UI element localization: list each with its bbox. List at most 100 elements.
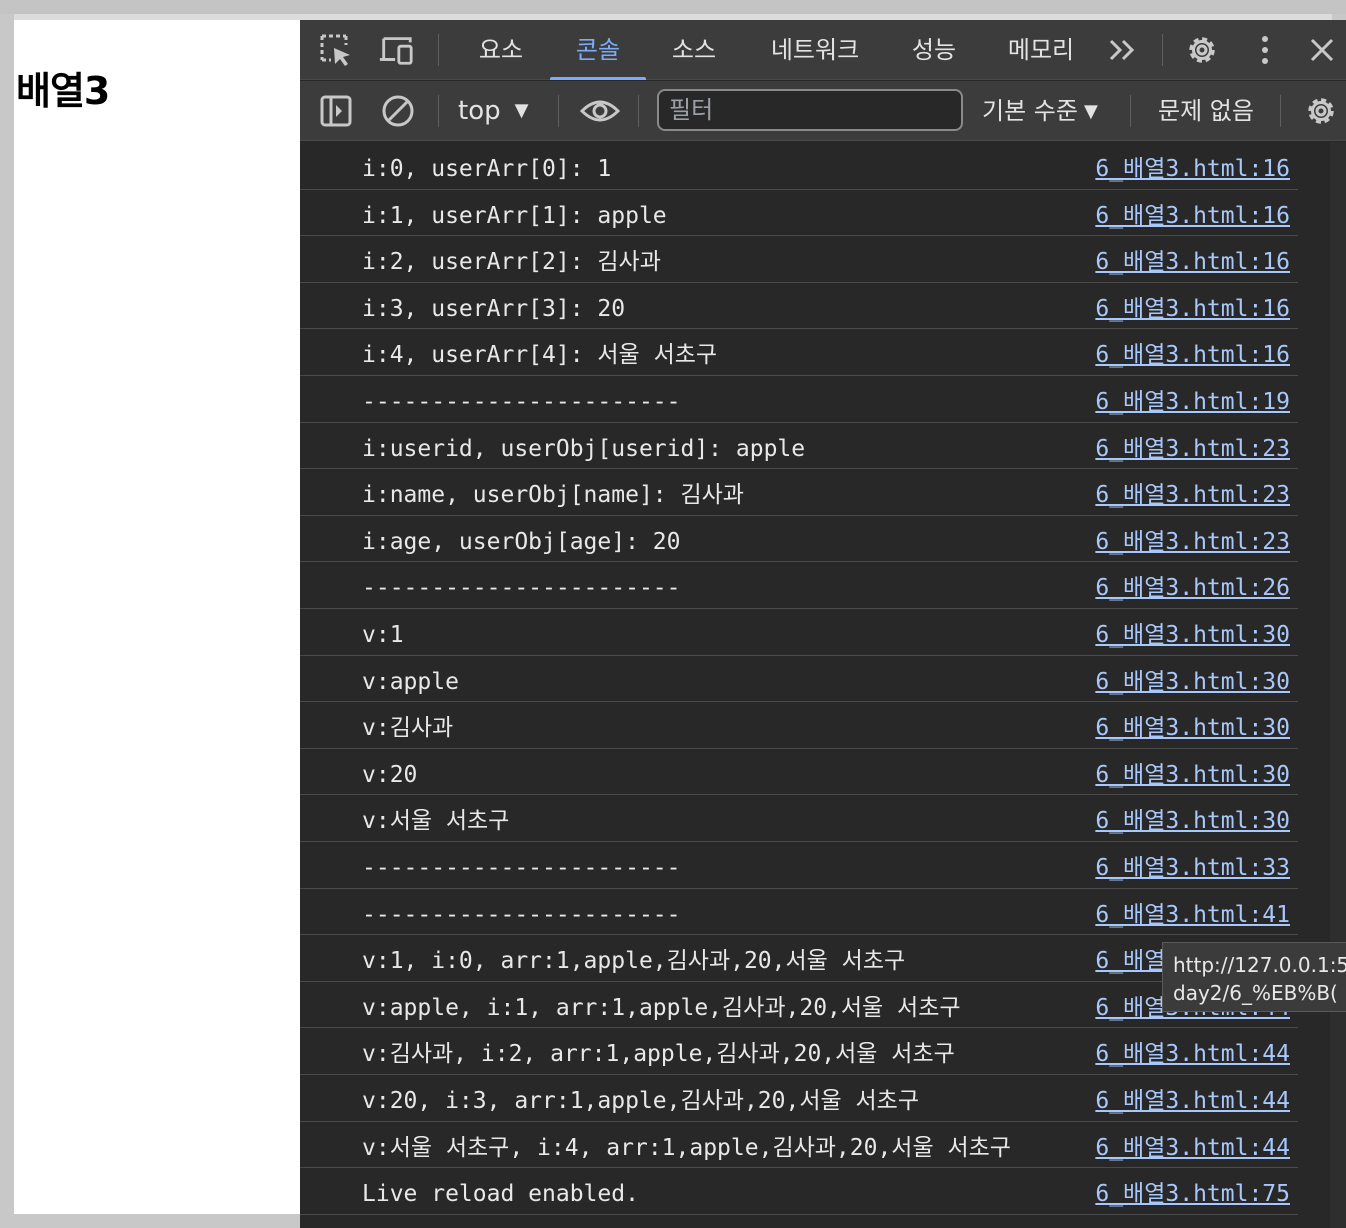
page-heading: 배열3 <box>16 69 110 113</box>
console-source-link[interactable]: 6_배열3.html:33 <box>1095 842 1290 888</box>
context-selector[interactable]: top ▼ <box>458 93 528 129</box>
tooltip-line-2: day2/6_%EB%B( <box>1173 981 1338 1005</box>
console-row: v:1, i:0, arr:1,apple,김사과,20,서울 서초구6_배열3… <box>300 935 1298 982</box>
console-message: v:김사과, i:2, arr:1,apple,김사과,20,서울 서초구 <box>362 1041 955 1068</box>
console-source-link[interactable]: 6_배열3.html:30 <box>1095 749 1290 795</box>
tab-network[interactable]: 네트워크 <box>756 20 874 80</box>
gear-icon[interactable] <box>1184 32 1220 68</box>
tooltip-line-1: http://127.0.0.1:5 <box>1173 953 1346 977</box>
console-row: i:4, userArr[4]: 서울 서초구 6_배열3.html:16 <box>300 329 1298 376</box>
console-message: v:20 <box>362 761 418 788</box>
console-source-link[interactable]: 6_배열3.html:16 <box>1095 236 1290 282</box>
toolbar-separator <box>558 95 559 127</box>
console-row: i:2, userArr[2]: 김사과 6_배열3.html:16 <box>300 236 1298 283</box>
filter-input[interactable] <box>657 89 963 131</box>
issues-button[interactable]: 문제 없음 <box>1158 93 1254 129</box>
console-output: i:0, userArr[0]: 1 6_배열3.html:16 i:1, user… <box>300 142 1330 1228</box>
more-tabs-icon[interactable] <box>1105 32 1141 68</box>
clear-console-icon[interactable] <box>380 93 416 129</box>
toolbar-separator <box>1280 95 1281 127</box>
console-message: v:서울 서초구, i:4, arr:1,apple,김사과,20,서울 서초구 <box>362 1134 1011 1161</box>
console-row: v:서울 서초구, i:4, arr:1,apple,김사과,20,서울 서초구… <box>300 1122 1298 1169</box>
console-row: i:1, userArr[1]: apple 6_배열3.html:16 <box>300 190 1298 237</box>
tab-console[interactable]: 콘솔 <box>550 20 646 80</box>
console-row: i:age, userObj[age]: 20 6_배열3.html:23 <box>300 516 1298 563</box>
console-message: i:4, userArr[4]: 서울 서초구 <box>362 342 718 369</box>
console-source-link[interactable]: 6_배열3.html:44 <box>1095 1122 1290 1168</box>
console-row: v:1 6_배열3.html:30 <box>300 609 1298 656</box>
console-row: i:3, userArr[3]: 20 6_배열3.html:16 <box>300 283 1298 330</box>
console-source-link[interactable]: 6_배열3.html:44 <box>1095 1028 1290 1074</box>
log-levels-label: 기본 수준 <box>982 97 1078 125</box>
console-message: i:3, userArr[3]: 20 <box>362 295 626 322</box>
console-source-link[interactable]: 6_배열3.html:30 <box>1095 702 1290 748</box>
console-source-link[interactable]: 6_배열3.html:41 <box>1095 889 1290 935</box>
console-message: ----------------------- <box>362 389 681 415</box>
console-row: v:20 6_배열3.html:30 <box>300 749 1298 796</box>
console-source-link[interactable]: 6_배열3.html:16 <box>1095 283 1290 329</box>
console-scrollbar[interactable] <box>1330 142 1346 1228</box>
console-source-link[interactable]: 6_배열3.html:44 <box>1095 1075 1290 1121</box>
console-row: v:apple, i:1, arr:1,apple,김사과,20,서울 서초구6… <box>300 982 1298 1029</box>
tabbar-separator <box>1162 34 1163 66</box>
console-row: v:김사과, i:2, arr:1,apple,김사과,20,서울 서초구 6_배… <box>300 1028 1298 1075</box>
console-source-link[interactable]: 6_배열3.html:16 <box>1095 190 1290 236</box>
console-source-link[interactable]: 6_배열3.html:23 <box>1095 516 1290 562</box>
console-source-link[interactable]: 6_배열3.html:16 <box>1095 143 1290 189</box>
console-row: v:김사과 6_배열3.html:30 <box>300 702 1298 749</box>
link-tooltip: http://127.0.0.1:5 day2/6_%EB%B( <box>1162 942 1346 1012</box>
tab-memory[interactable]: 메모리 <box>996 20 1086 80</box>
console-source-link[interactable]: 6_배열3.html:23 <box>1095 423 1290 469</box>
console-message: i:0, userArr[0]: 1 <box>362 156 612 182</box>
console-message: Live reload enabled. <box>362 1181 639 1208</box>
console-row: ----------------------- 6_배열3.html:19 <box>300 376 1298 423</box>
console-row: i:userid, userObj[userid]: apple 6_배열3.ht… <box>300 423 1298 470</box>
console-message: v:20, i:3, arr:1,apple,김사과,20,서울 서초구 <box>362 1088 920 1114</box>
console-source-link[interactable]: 6_배열3.html:30 <box>1095 795 1290 841</box>
devtools-tabbar: 요소 콘솔 소스 네트워크 성능 메모리 <box>300 20 1346 80</box>
console-row: i:0, userArr[0]: 1 6_배열3.html:16 <box>300 143 1298 190</box>
console-row: i:name, userObj[name]: 김사과 6_배열3.html:23 <box>300 469 1298 516</box>
console-row: ----------------------- 6_배열3.html:33 <box>300 842 1298 889</box>
console-message: ----------------------- <box>362 901 681 928</box>
console-message: v:서울 서초구 <box>362 808 510 835</box>
window-top-strip <box>0 0 1346 14</box>
chevron-down-icon: ▼ <box>1083 101 1098 122</box>
console-source-link[interactable]: 6_배열3.html:19 <box>1095 376 1290 422</box>
console-message: v:apple <box>362 668 459 695</box>
page-viewport: 배열3 <box>14 20 300 1214</box>
sidebar-toggle-icon[interactable] <box>318 93 354 129</box>
tab-performance[interactable]: 성능 <box>898 20 970 80</box>
eye-icon[interactable] <box>578 93 622 129</box>
close-icon[interactable] <box>1304 32 1340 68</box>
log-levels-dropdown[interactable]: 기본 수준 ▼ <box>982 93 1098 129</box>
context-selector-label: top <box>458 96 501 126</box>
console-source-link[interactable]: 6_배열3.html:23 <box>1095 469 1290 515</box>
console-source-link[interactable]: 6_배열3.html:16 <box>1095 329 1290 375</box>
tab-elements[interactable]: 요소 <box>465 20 537 80</box>
console-source-link[interactable]: 6_배열3.html:26 <box>1095 562 1290 608</box>
kebab-menu-icon[interactable] <box>1247 32 1283 68</box>
toolbar-separator <box>638 95 639 127</box>
chevron-down-icon: ▼ <box>514 100 529 121</box>
tab-sources[interactable]: 소스 <box>658 20 730 80</box>
console-row: v:apple 6_배열3.html:30 <box>300 656 1298 703</box>
console-source-link[interactable]: 6_배열3.html:30 <box>1095 656 1290 702</box>
console-message: ----------------------- <box>362 855 681 881</box>
console-message: i:age, userObj[age]: 20 <box>362 528 681 555</box>
console-message: ----------------------- <box>362 575 681 602</box>
console-settings-gear-icon[interactable] <box>1303 93 1339 129</box>
device-toolbar-icon[interactable] <box>378 32 414 68</box>
console-message: i:1, userArr[1]: apple <box>362 202 667 229</box>
toolbar-separator <box>1130 95 1131 127</box>
console-message: v:1, i:0, arr:1,apple,김사과,20,서울 서초구 <box>362 948 906 975</box>
console-message: i:2, userArr[2]: 김사과 <box>362 249 661 276</box>
inspect-element-icon[interactable] <box>318 32 354 68</box>
console-toolbar: top▼ 기본 수준▼ 문제 없음 <box>300 81 1346 141</box>
console-source-link[interactable]: 6_배열3.html:75 <box>1095 1168 1290 1214</box>
console-message: i:userid, userObj[userid]: apple <box>362 435 806 462</box>
console-message: v:1 <box>362 622 404 648</box>
tabbar-separator <box>438 34 439 66</box>
console-message: i:name, userObj[name]: 김사과 <box>362 482 744 509</box>
console-source-link[interactable]: 6_배열3.html:30 <box>1095 609 1290 655</box>
